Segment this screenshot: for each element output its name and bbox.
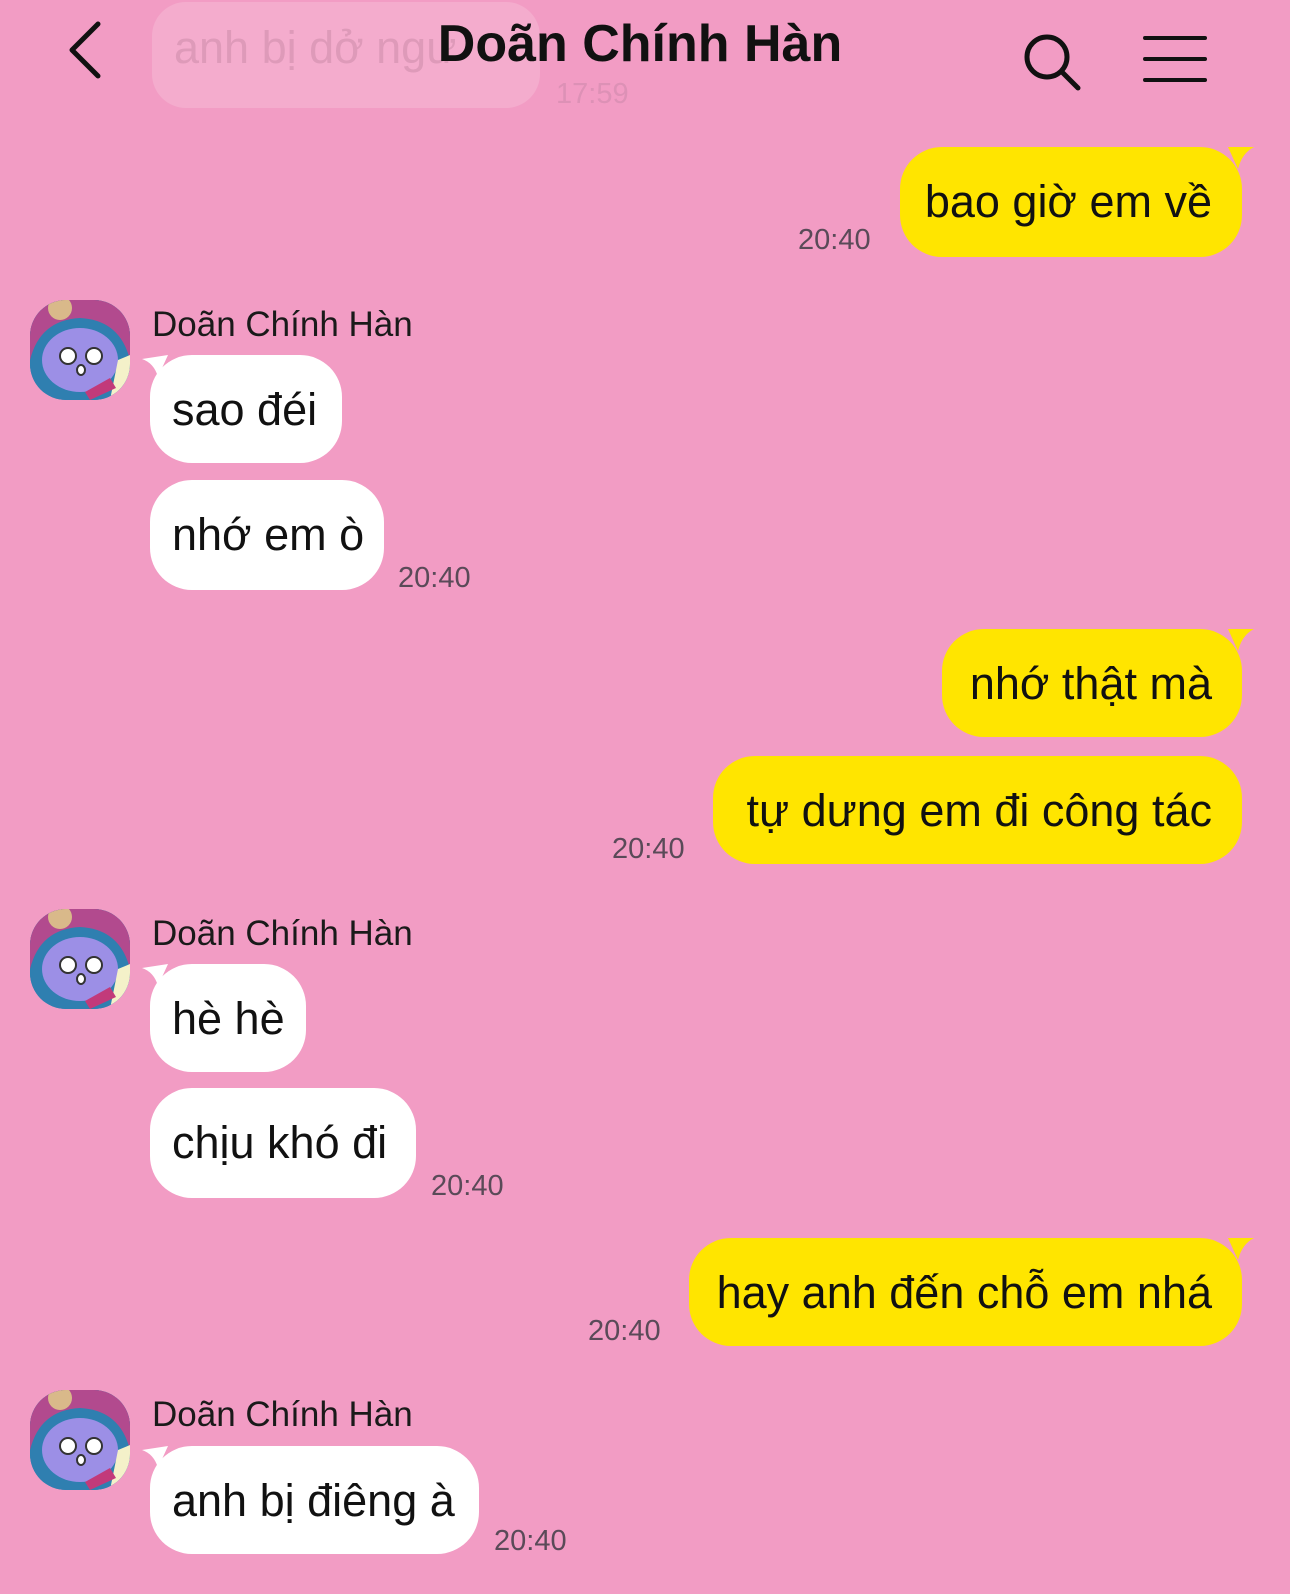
outgoing-message-bubble[interactable]: bao giờ em về <box>900 147 1242 257</box>
search-icon <box>1024 34 1081 91</box>
sender-name: Doãn Chính Hàn <box>152 1395 413 1434</box>
sender-name: Doãn Chính Hàn <box>152 914 413 953</box>
message-timestamp: 20:40 <box>588 1315 661 1347</box>
hamburger-menu-icon <box>1143 36 1207 82</box>
faded-previous-message: anh bị dở ngư <box>174 22 457 73</box>
avatar[interactable] <box>30 1390 130 1490</box>
message-timestamp: 20:40 <box>494 1525 567 1557</box>
message-timestamp: 20:40 <box>798 224 871 256</box>
message-timestamp: 20:40 <box>431 1170 504 1202</box>
incoming-message-bubble[interactable]: hè hè <box>150 964 306 1072</box>
sender-name: Doãn Chính Hàn <box>152 305 413 344</box>
message-timestamp: 20:40 <box>398 562 471 594</box>
incoming-message-bubble[interactable]: chịu khó đi <box>150 1088 416 1198</box>
bubble-tail <box>1228 1238 1254 1260</box>
avatar-image <box>30 1390 130 1490</box>
faded-previous-time: 17:59 <box>556 78 629 110</box>
menu-button[interactable] <box>1142 34 1208 84</box>
avatar[interactable] <box>30 909 130 1009</box>
outgoing-message-bubble[interactable]: hay anh đến chỗ em nhá <box>689 1238 1242 1346</box>
avatar[interactable] <box>30 300 130 400</box>
message-timestamp: 20:40 <box>612 833 685 865</box>
search-button[interactable] <box>1020 30 1086 96</box>
chevron-left-icon <box>69 21 101 79</box>
avatar-image <box>30 300 130 400</box>
back-button[interactable] <box>58 16 118 86</box>
outgoing-message-bubble[interactable]: nhớ thật mà <box>942 629 1242 737</box>
bubble-tail <box>142 1446 168 1468</box>
incoming-message-bubble[interactable]: anh bị điêng à <box>150 1446 479 1554</box>
bubble-tail <box>1228 629 1254 651</box>
incoming-message-bubble[interactable]: sao đéi <box>150 355 342 463</box>
bubble-tail <box>142 355 168 377</box>
bubble-tail <box>1228 147 1254 169</box>
bubble-tail <box>142 964 168 986</box>
avatar-image <box>30 909 130 1009</box>
incoming-message-bubble[interactable]: nhớ em ò <box>150 480 384 590</box>
chat-title: Doãn Chính Hàn <box>437 15 843 73</box>
outgoing-message-bubble[interactable]: tự dưng em đi công tác <box>713 756 1242 864</box>
